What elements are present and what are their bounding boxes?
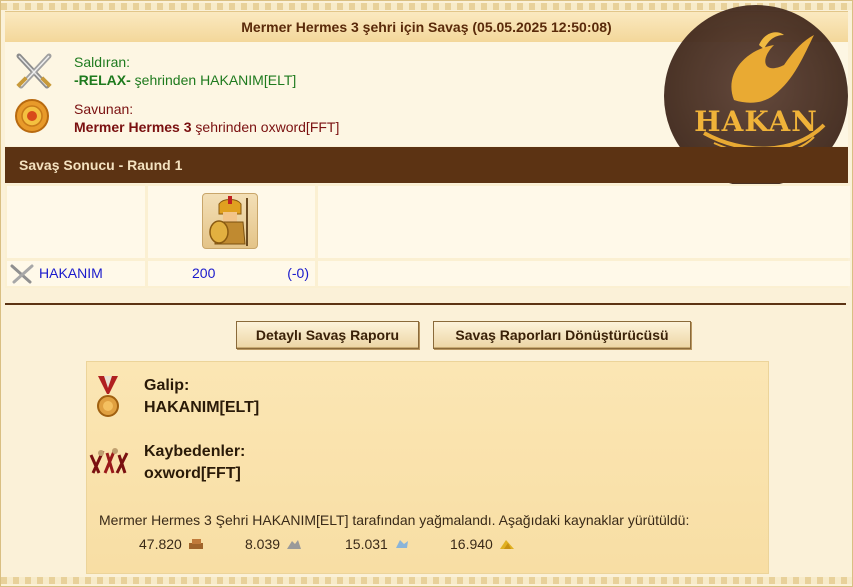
battle-result-header: Savaş Sonucu - Raund 1 [5, 147, 848, 183]
unit-count: 200 [192, 265, 216, 281]
wood-icon [188, 537, 204, 553]
defender-label: Savunan: [74, 101, 134, 117]
report-converter-button[interactable]: Savaş Raporları Dönüştürücüsü [433, 321, 691, 349]
defender-player-link[interactable]: oxword[FFT] [261, 119, 340, 135]
crossed-swords-small-icon [9, 263, 35, 288]
attacker-label: Saldıran: [74, 54, 131, 70]
hoplite-unit-icon[interactable] [202, 193, 258, 249]
table-cell-count: 200 (-0) [148, 261, 315, 286]
attacker-player-link[interactable]: HAKANIM[ELT] [200, 72, 296, 88]
defender-line: Mermer Hermes 3 şehrinden oxword[FFT] [74, 119, 340, 135]
detailed-report-button[interactable]: Detaylı Savaş Raporu [236, 321, 419, 349]
logo-text: HAKAN [694, 105, 818, 138]
table-cell-empty-row [318, 261, 850, 286]
table-cell-empty [7, 186, 145, 258]
sulfur-icon [499, 537, 515, 553]
marble-icon [286, 537, 302, 553]
plunder-text: Mermer Hermes 3 Şehri HAKANIM[ELT] taraf… [99, 512, 690, 528]
winner-label: Galip: [144, 377, 190, 394]
medal-icon [95, 376, 121, 421]
resource-wood: 47.820 [139, 536, 204, 553]
resource-marble: 8.039 [245, 536, 302, 553]
bottom-border-pattern [1, 577, 852, 584]
winner-name: HAKANIM[ELT] [144, 399, 260, 416]
table-cell-unit-image [148, 186, 315, 258]
attacker-city-link[interactable]: -RELAX- [74, 72, 131, 88]
shield-icon [14, 98, 50, 137]
attacker-line: -RELAX- şehrinden HAKANIM[ELT] [74, 72, 297, 88]
losers-label: Kaybedenler: [144, 443, 246, 460]
resource-sulfur: 16.940 [450, 536, 515, 553]
unit-player-link[interactable]: HAKANIM [39, 265, 103, 281]
unit-loss: (-0) [287, 265, 309, 281]
fallen-soldiers-icon [89, 445, 129, 480]
table-cell-empty-wide [318, 186, 850, 258]
loser-name: oxword[FFT] [144, 465, 241, 482]
crossed-swords-icon [13, 52, 55, 95]
battle-summary: Galip: HAKANIM[ELT] Kaybedenler: oxword[… [86, 361, 769, 574]
defender-city-link[interactable]: Mermer Hermes 3 [74, 119, 192, 135]
crystal-icon [394, 537, 410, 553]
units-table: HAKANIM 200 (-0) [5, 184, 850, 288]
divider [5, 303, 846, 305]
battle-report-window: Mermer Hermes 3 şehri için Savaş (05.05.… [0, 0, 853, 587]
resource-crystal: 15.031 [345, 536, 410, 553]
table-row-player: HAKANIM [7, 261, 145, 286]
